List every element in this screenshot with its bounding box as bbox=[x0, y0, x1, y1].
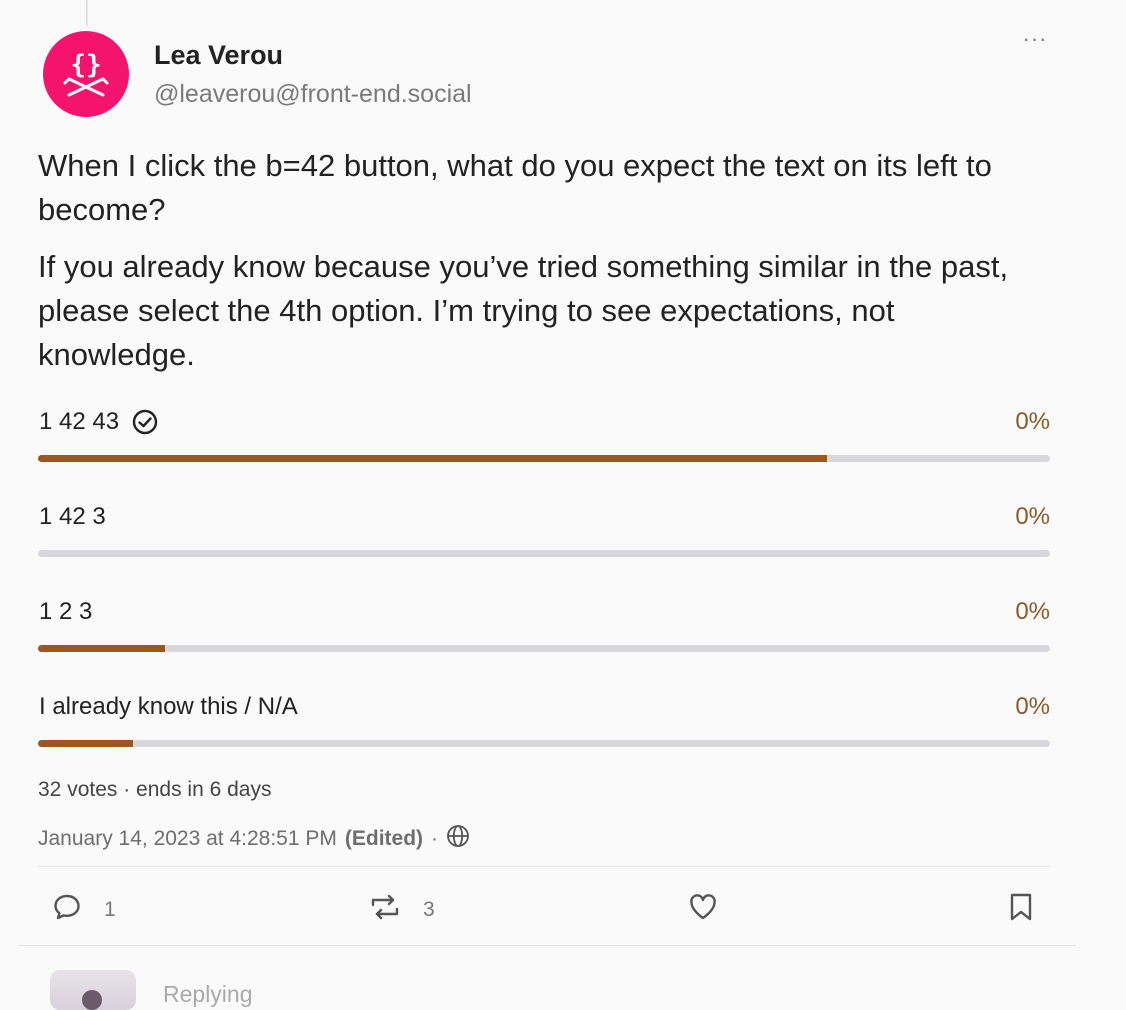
status-meta: January 14, 2023 at 4:28:51 PM (Edited) … bbox=[38, 824, 470, 854]
poll-option-label: 1 42 43 bbox=[39, 408, 120, 435]
bookmark-button[interactable] bbox=[1007, 892, 1035, 927]
poll-option-percent: 0% bbox=[1015, 598, 1050, 625]
heart-icon bbox=[688, 892, 718, 927]
timestamp-link[interactable]: January 14, 2023 at 4:28:51 PM bbox=[38, 827, 337, 851]
next-status-label: Replying bbox=[163, 981, 253, 1007]
poll-option-label: 1 2 3 bbox=[39, 598, 93, 625]
next-status-avatar[interactable] bbox=[50, 970, 136, 1010]
poll-option-label-row: 1 42 43 bbox=[39, 408, 159, 436]
poll-option-percent: 0% bbox=[1015, 693, 1050, 720]
poll-option-track bbox=[38, 455, 1050, 462]
reply-count: 1 bbox=[104, 897, 116, 921]
reply-button[interactable]: 1 bbox=[52, 892, 116, 927]
meta-separator: · bbox=[431, 827, 439, 850]
poll-option-percent: 0% bbox=[1015, 408, 1050, 435]
boost-count: 3 bbox=[423, 897, 435, 921]
globe-icon bbox=[446, 824, 470, 854]
poll-option[interactable]: 1 42 43 0% bbox=[38, 404, 1050, 499]
avatar[interactable]: {} bbox=[43, 31, 129, 117]
poll-option-percent: 0% bbox=[1015, 503, 1050, 530]
status-content: When I click the b=42 button, what do yo… bbox=[38, 144, 1058, 390]
more-options-button[interactable]: ··· bbox=[1018, 26, 1052, 56]
bookmark-icon bbox=[1007, 892, 1035, 927]
edited-indicator[interactable]: (Edited) bbox=[345, 827, 423, 851]
poll-option-label: I already know this / N/A bbox=[39, 693, 298, 720]
poll: 1 42 43 0% 1 42 3 0% 1 2 3 0% I already … bbox=[38, 404, 1050, 784]
poll-option-track bbox=[38, 740, 1050, 747]
poll-option-track bbox=[38, 645, 1050, 652]
status-paragraph: When I click the b=42 button, what do yo… bbox=[38, 148, 992, 227]
poll-option-fill bbox=[38, 455, 828, 462]
favourite-button[interactable] bbox=[688, 892, 718, 927]
poll-option[interactable]: I already know this / N/A 0% bbox=[38, 689, 1050, 784]
poll-option-label: 1 42 3 bbox=[39, 503, 106, 530]
svg-text:{}: {} bbox=[70, 50, 101, 80]
poll-option-fill bbox=[38, 740, 134, 747]
poll-option[interactable]: 1 42 3 0% bbox=[38, 499, 1050, 594]
action-bar: 1 3 bbox=[0, 892, 1126, 932]
check-circle-icon bbox=[131, 408, 159, 436]
poll-option-label-row: 1 2 3 bbox=[39, 598, 92, 626]
poll-option-label-row: I already know this / N/A bbox=[39, 693, 298, 721]
poll-option-label-row: 1 42 3 bbox=[39, 503, 106, 531]
status-paragraph: If you already know because you’ve tried… bbox=[38, 249, 1009, 372]
poll-option-track bbox=[38, 550, 1050, 557]
poll-option-fill bbox=[38, 645, 165, 652]
reply-icon bbox=[52, 892, 82, 927]
thread-line bbox=[86, 0, 88, 26]
poll-option[interactable]: 1 2 3 0% bbox=[38, 594, 1050, 689]
poll-footer: 32 votes · ends in 6 days bbox=[38, 778, 272, 801]
avatar-logo-icon: {} bbox=[63, 50, 109, 97]
divider bbox=[18, 945, 1076, 946]
divider bbox=[38, 866, 1050, 867]
author-handle[interactable]: @leaverou@front-end.social bbox=[154, 80, 472, 109]
boost-icon bbox=[369, 892, 401, 927]
author-display-name[interactable]: Lea Verou bbox=[154, 40, 283, 71]
boost-button[interactable]: 3 bbox=[369, 892, 435, 927]
